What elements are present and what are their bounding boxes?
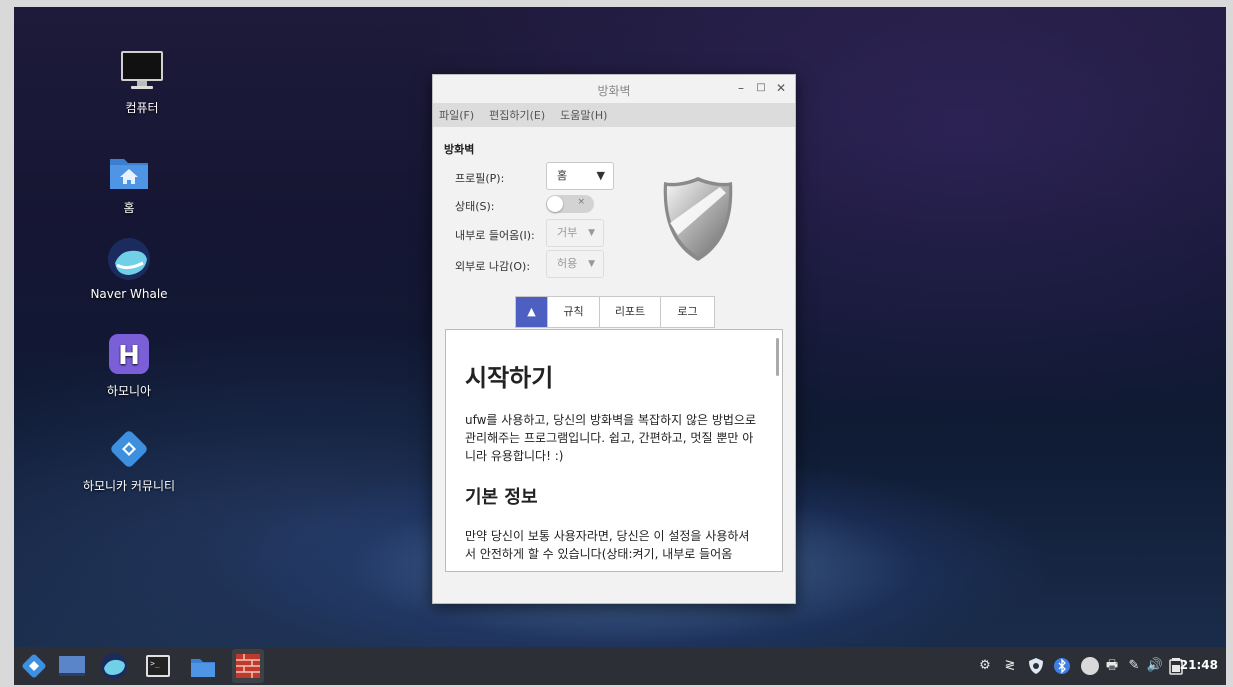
heading-getting-started: 시작하기 [465,364,554,392]
desktop-icon-label: 홈 [123,201,135,215]
clock[interactable]: 21:48 [1180,658,1218,672]
home-icon: ▲ [527,305,536,318]
tab-bar: ▲ 규칙 리포트 로그 [515,296,715,328]
profile-label: 프로필(P): [455,172,505,185]
content-pane[interactable]: 시작하기 ufw를 사용하고, 당신의 방화벽을 복잡하지 않은 방법으로 관리… [445,329,783,572]
harmonia-icon: H [107,332,151,376]
toggle-knob [547,196,563,212]
updates-icon[interactable]: ≷ [1002,657,1018,675]
outgoing-dropdown[interactable]: 허용 ▼ [546,250,604,278]
outgoing-value: 허용 [557,257,578,270]
caret-down-icon: ▼ [588,228,595,238]
intro-paragraph: ufw를 사용하고, 당신의 방화벽을 복잡하지 않은 방법으로 관리해주는 프… [465,413,757,463]
svg-text:H: H [118,341,140,371]
outgoing-label: 외부로 나감(O): [455,260,531,273]
tab-log[interactable]: 로그 [661,297,714,327]
menu-file[interactable]: 파일(F) [439,107,474,123]
profile-value: 홈 [557,169,568,182]
caret-down-icon: ▼ [588,259,595,269]
tab-rules[interactable]: 규칙 [548,297,600,327]
content-body: 시작하기 ufw를 사용하고, 당신의 방화벽을 복잡하지 않은 방법으로 관리… [465,340,757,563]
bluetooth-icon[interactable] [1054,657,1070,675]
monitor-icon [120,49,164,93]
steam-icon[interactable]: ⚙ [977,657,993,675]
incoming-label: 내부로 들어옴(I): [455,229,535,242]
desktop-icon-home[interactable]: 홈 [74,149,184,216]
incoming-dropdown[interactable]: 거부 ▼ [546,219,604,247]
close-button[interactable]: ✕ [773,80,789,96]
caret-down-icon: ▼ [596,169,605,182]
firewall-icon[interactable] [232,649,264,683]
hamonikr-icon [107,427,151,471]
whale-icon [107,237,151,281]
desktop-icon-naver-whale[interactable]: Naver Whale [74,237,184,301]
scrollbar[interactable] [776,338,779,376]
start-menu-icon[interactable] [20,652,48,680]
menu-help[interactable]: 도움말(H) [560,107,607,123]
user-icon[interactable] [1080,657,1100,675]
whale-icon[interactable] [100,652,128,680]
menu-edit[interactable]: 편집하기(E) [489,107,545,123]
incoming-value: 거부 [557,226,578,239]
taskbar: >_ ⚙ ≷ 🖶 ✎ 🔊 21:48 [14,647,1226,685]
toggle-off-icon: × [577,197,585,207]
desktop-icon[interactable] [58,652,86,680]
minimize-button[interactable]: – [733,80,749,96]
volume-icon[interactable]: 🔊 [1146,657,1164,675]
terminal-icon[interactable]: >_ [144,652,172,680]
files-icon[interactable] [189,652,217,680]
heading-basic-info: 기본 정보 [465,487,538,508]
menu-bar: 파일(F) 편집하기(E) 도움말(H) [433,103,795,127]
window-titlebar[interactable]: 방화벽 – □ ✕ [433,75,795,103]
home-folder-icon [107,149,151,193]
desktop-icon-label: 하모니아 [106,384,152,398]
desktop-icon-label: Naver Whale [90,287,168,301]
pen-icon[interactable]: ✎ [1126,657,1142,675]
svg-text:>_: >_ [150,659,160,668]
section-title: 방화벽 [444,143,475,156]
tab-home[interactable]: ▲ [516,297,548,327]
desktop-icon-computer[interactable]: 컴퓨터 [87,49,197,116]
desktop-icon-label: 하모니카 커뮤니티 [82,479,176,493]
shield-icon [660,175,736,263]
status-label: 상태(S): [455,200,495,213]
shield-icon[interactable] [1027,657,1045,675]
status-toggle[interactable]: × [546,195,594,213]
printer-icon[interactable]: 🖶 [1104,657,1120,675]
tab-report[interactable]: 리포트 [600,297,661,327]
desktop-icon-hamonikr-community[interactable]: 하모니카 커뮤니티 [74,427,184,494]
desktop-icon-label: 컴퓨터 [125,101,159,115]
profile-dropdown[interactable]: 홈 ▼ [546,162,614,190]
maximize-button[interactable]: □ [753,80,769,96]
desktop-icon-harmonia[interactable]: H 하모니아 [74,332,184,399]
basic-info-paragraph: 만약 당신이 보통 사용자라면, 당신은 이 설정을 사용하셔서 안전하게 할 … [465,529,750,561]
